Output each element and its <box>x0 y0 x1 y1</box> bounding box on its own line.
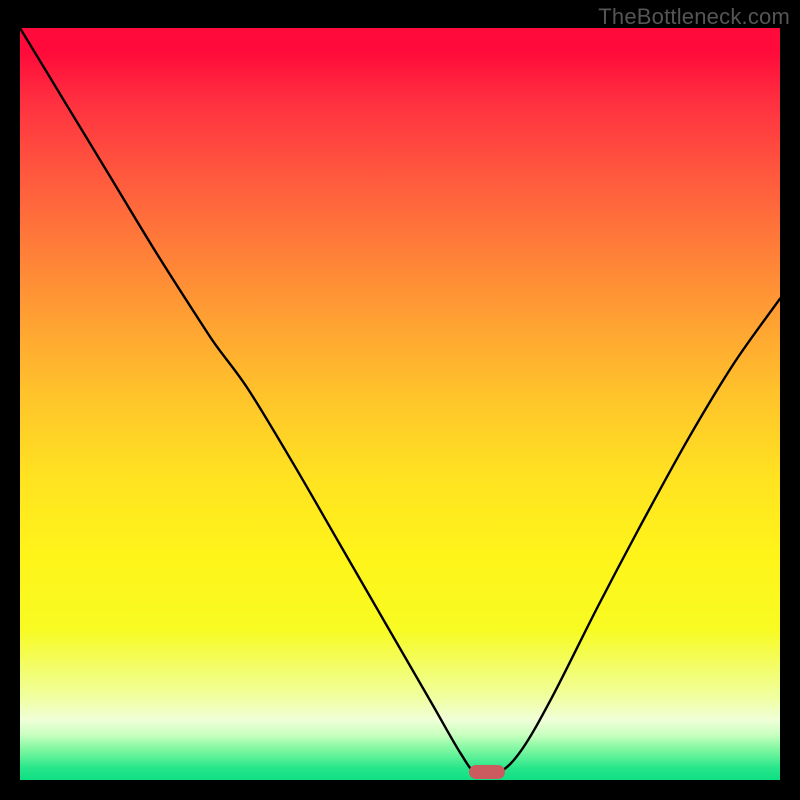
bottleneck-curve <box>20 28 780 780</box>
watermark-text: TheBottleneck.com <box>598 4 790 30</box>
plot-area <box>20 28 780 780</box>
curve-path <box>20 28 780 775</box>
optimal-marker <box>469 765 505 779</box>
chart-frame: TheBottleneck.com <box>0 0 800 800</box>
